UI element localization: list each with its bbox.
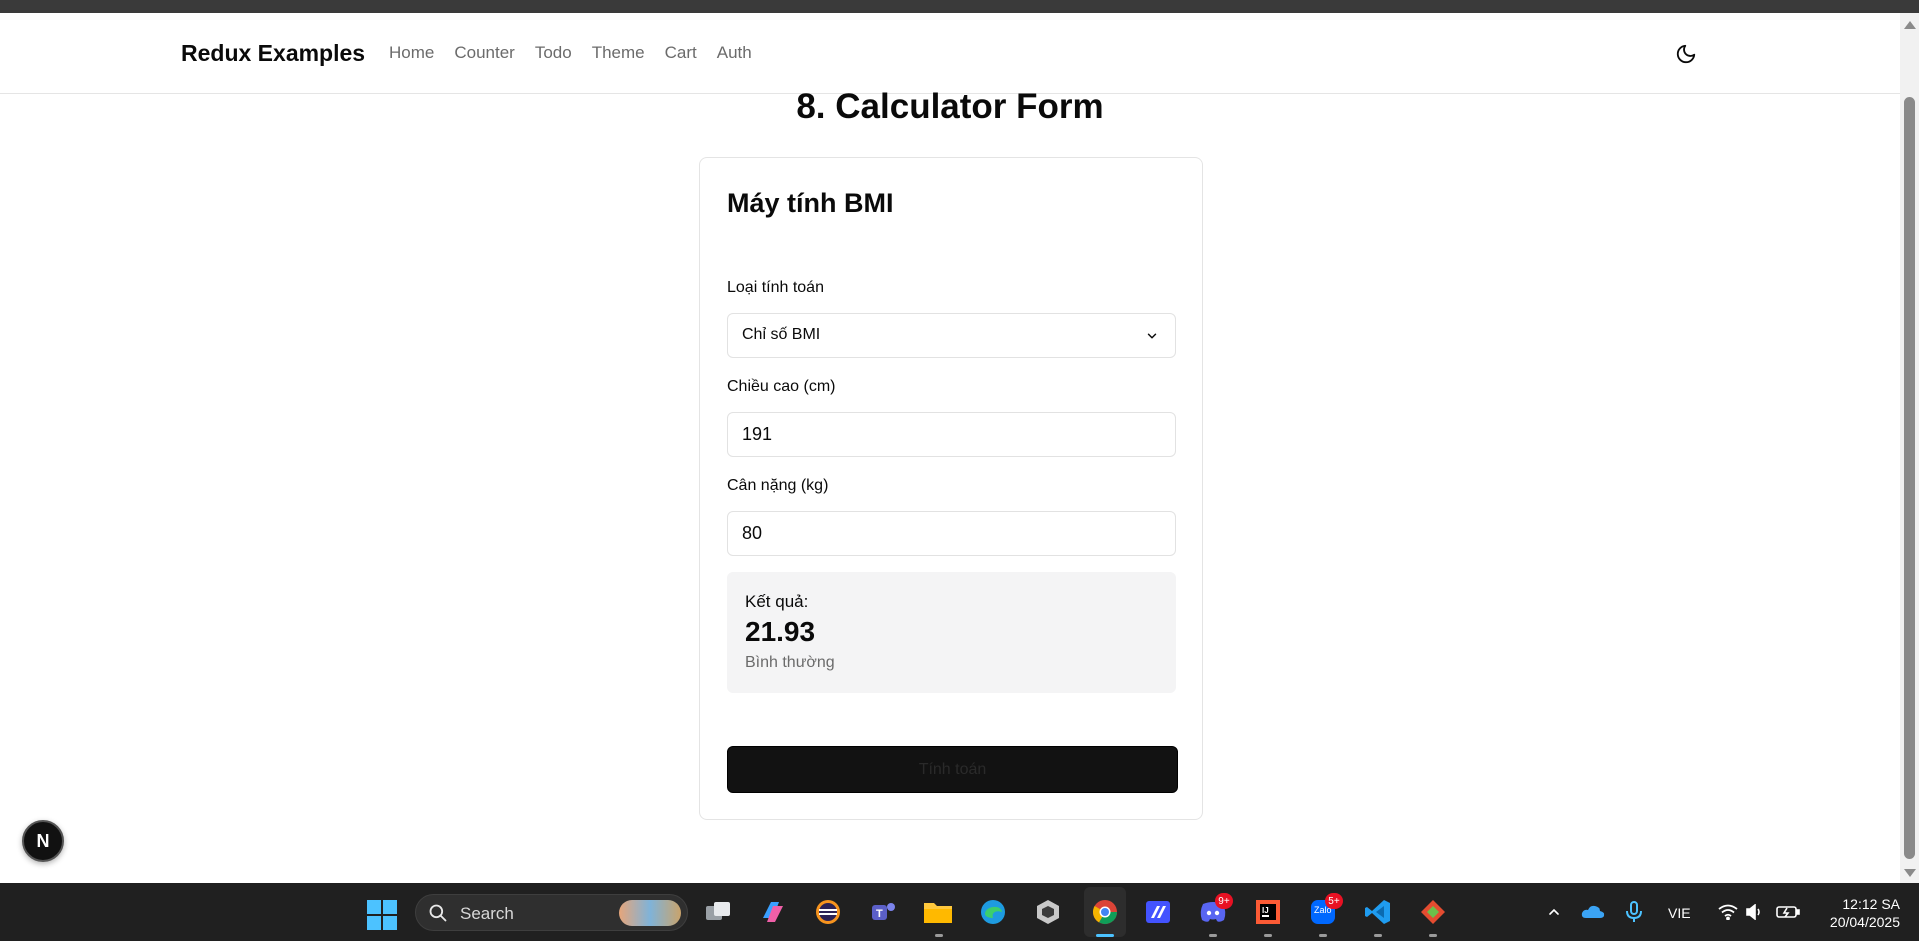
result-value: 21.93 <box>745 616 816 647</box>
running-indicator <box>1429 934 1437 937</box>
calc-type-value: Chỉ số BMI <box>742 326 821 343</box>
weight-label: Cân nặng (kg) <box>727 477 829 494</box>
edge-icon[interactable] <box>977 896 1009 928</box>
result-label: Kết quả: <box>745 592 809 611</box>
weight-input[interactable]: 80 <box>727 511 1176 556</box>
height-label: Chiều cao (cm) <box>727 378 836 395</box>
battery-icon[interactable] <box>1772 896 1804 928</box>
file-explorer-icon[interactable] <box>922 896 954 928</box>
chevron-up-icon[interactable] <box>1538 896 1570 928</box>
teams-icon[interactable]: T <box>867 896 899 928</box>
scroll-thumb[interactable] <box>1904 97 1915 859</box>
clock-date: 20/04/2025 <box>1829 914 1900 930</box>
scroll-up-arrow-icon[interactable] <box>1904 21 1916 29</box>
svg-text:T: T <box>876 908 883 920</box>
result-status: Bình thường <box>745 654 835 671</box>
calc-type-select[interactable]: Chỉ số BMI <box>727 313 1176 358</box>
unity-hub-icon[interactable] <box>1032 896 1064 928</box>
calc-type-label: Loại tính toán <box>727 279 824 296</box>
svg-text:IJ: IJ <box>1262 906 1269 915</box>
nav-links: Home Counter Todo Theme Cart Auth <box>389 43 772 63</box>
windows-taskbar: Search T 9+ IJ Zalo 5+ VIE 12:12 SA 20/0… <box>0 883 1919 941</box>
theme-toggle-button[interactable] <box>1672 40 1700 68</box>
running-indicator <box>1319 934 1327 937</box>
microphone-icon[interactable] <box>1618 896 1650 928</box>
nextjs-dev-indicator[interactable]: N <box>22 820 64 862</box>
browser-top-strip <box>0 0 1919 13</box>
page-scrollbar[interactable] <box>1900 13 1919 883</box>
navbar: Redux Examples Home Counter Todo Theme C… <box>0 13 1900 94</box>
taskbar-search[interactable]: Search <box>415 894 688 931</box>
bmi-calculator-card: Máy tính BMI Loại tính toán Chỉ số BMI C… <box>699 157 1203 820</box>
chevron-down-icon <box>1147 333 1157 339</box>
nav-link-cart[interactable]: Cart <box>665 43 697 63</box>
scroll-down-arrow-icon[interactable] <box>1904 869 1916 877</box>
brand-logo[interactable]: Redux Examples <box>181 40 365 67</box>
task-view-icon[interactable] <box>703 896 735 928</box>
search-highlight-art-icon <box>619 900 681 926</box>
search-icon <box>429 904 447 922</box>
nav-link-theme[interactable]: Theme <box>592 43 645 63</box>
page-title: 8. Calculator Form <box>796 87 1104 126</box>
weight-value: 80 <box>742 523 763 543</box>
intellij-icon[interactable]: IJ <box>1252 896 1284 928</box>
eclipse-ide-icon[interactable] <box>812 896 844 928</box>
height-input[interactable]: 191 <box>727 412 1176 457</box>
nav-link-home[interactable]: Home <box>389 43 434 63</box>
language-indicator[interactable]: VIE <box>1668 905 1691 921</box>
nav-link-counter[interactable]: Counter <box>454 43 514 63</box>
taskbar-search-label: Search <box>460 904 514 923</box>
height-value: 191 <box>742 424 773 444</box>
clock-time: 12:12 SA <box>1842 896 1900 912</box>
taskbar-clock[interactable]: 12:12 SA 20/04/2025 <box>1810 895 1900 931</box>
running-indicator <box>1374 934 1382 937</box>
chrome-icon[interactable] <box>1089 896 1121 928</box>
discord-notification-badge: 9+ <box>1215 893 1233 909</box>
card-title: Máy tính BMI <box>727 188 894 218</box>
git-gui-icon[interactable] <box>1417 896 1449 928</box>
nav-link-todo[interactable]: Todo <box>535 43 572 63</box>
mongodb-compass-icon[interactable] <box>1142 896 1174 928</box>
moon-icon <box>1676 44 1696 64</box>
vscode-icon[interactable] <box>1362 896 1394 928</box>
nav-link-auth[interactable]: Auth <box>717 43 752 63</box>
running-indicator <box>1264 934 1272 937</box>
onedrive-icon[interactable] <box>1577 896 1609 928</box>
running-indicator <box>935 934 943 937</box>
copilot-icon[interactable] <box>757 896 789 928</box>
zalo-notification-badge: 5+ <box>1325 893 1343 909</box>
windows-start-icon[interactable] <box>367 900 397 930</box>
calculate-button-label: Tính toán <box>918 760 987 778</box>
calculate-button[interactable]: Tính toán <box>727 746 1178 793</box>
volume-icon[interactable] <box>1738 896 1770 928</box>
result-panel: Kết quả: 21.93 Bình thường <box>727 572 1176 693</box>
running-indicator <box>1209 934 1217 937</box>
nextjs-dev-indicator-label: N <box>36 830 50 851</box>
running-indicator-active <box>1096 934 1114 937</box>
